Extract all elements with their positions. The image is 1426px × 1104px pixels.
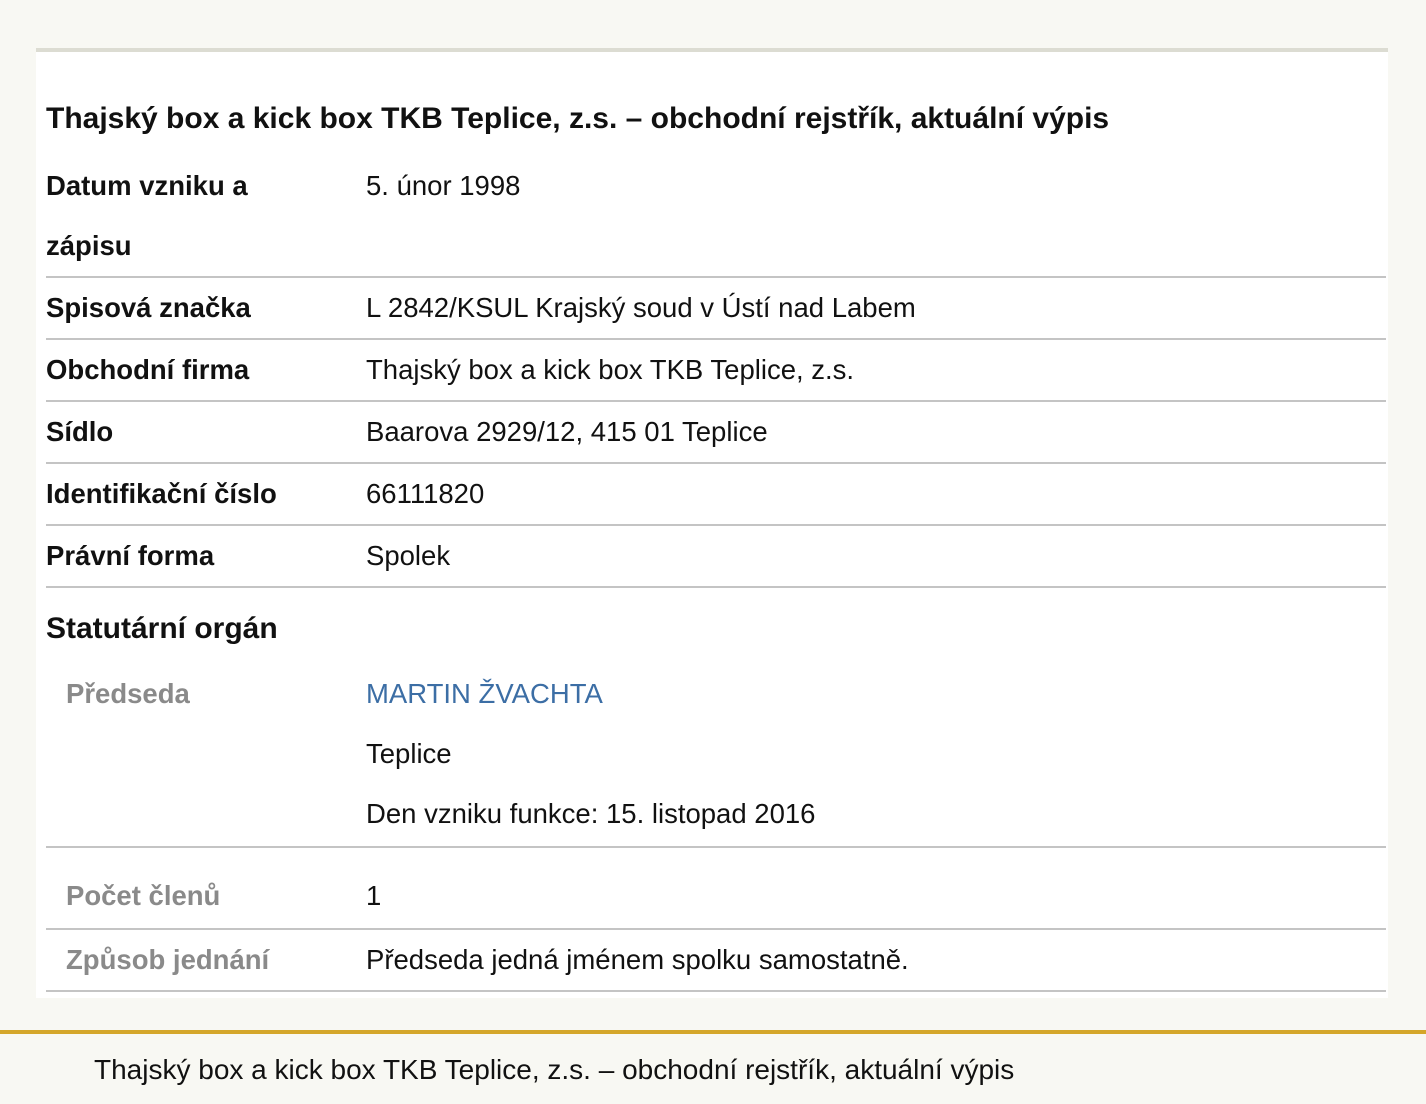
row-value: Thajský box a kick box TKB Teplice, z.s. [366,354,855,385]
row-value: 66111820 [366,478,485,509]
page-footer: Thajský box a kick box TKB Teplice, z.s.… [0,1030,1426,1104]
row-founding-date: Datum vzniku a zápisu 5. únor 1998 [46,156,1386,278]
row-label: Sídlo [46,416,114,447]
chair-city: Teplice [366,738,452,769]
row-seat: Sídlo Baarova 2929/12, 415 01 Teplice [46,402,1386,464]
row-label: Spisová značka [46,292,251,323]
row-label: Právní forma [46,540,215,571]
row-label: Identifikační číslo [46,478,277,509]
chair-label: Předseda [66,678,190,709]
row-value: 5. únor 1998 [366,170,521,201]
statutory-heading: Statutární orgán [46,612,278,645]
row-member-count: Počet členů 1 [46,848,1386,930]
row-value: Předseda jedná jménem spolku samostatně. [366,944,909,975]
footer-text: Thajský box a kick box TKB Teplice, z.s.… [94,1054,1015,1085]
chair-name-link[interactable]: MARTIN ŽVACHTA [366,664,603,724]
row-id-number: Identifikační číslo 66111820 [46,464,1386,526]
row-file-number: Spisová značka L 2842/KSUL Krajský soud … [46,278,1386,340]
row-label: Obchodní firma [46,354,250,385]
row-label-line1: Datum vzniku a [46,170,248,201]
page-title: Thajský box a kick box TKB Teplice, z.s.… [46,102,1110,135]
row-label: Způsob jednání [66,944,270,975]
chair-since: Den vzniku funkce: 15. listopad 2016 [366,798,816,829]
row-chair: Předseda MARTIN ŽVACHTA Teplice Den vzni… [46,664,1386,848]
row-value: Baarova 2929/12, 415 01 Teplice [366,416,768,447]
row-conduct: Způsob jednání Předseda jedná jménem spo… [46,930,1386,992]
row-label-line2: zápisu [46,230,132,261]
registry-card: Thajský box a kick box TKB Teplice, z.s.… [36,48,1388,998]
row-value: L 2842/KSUL Krajský soud v Ústí nad Labe… [366,292,916,323]
row-value: 1 [366,880,382,911]
row-label: Datum vzniku a zápisu [46,156,248,276]
row-legal-form: Právní forma Spolek [46,526,1386,588]
row-business-name: Obchodní firma Thajský box a kick box TK… [46,340,1386,402]
row-label: Počet členů [66,880,221,911]
chair-name[interactable]: MARTIN ŽVACHTA [366,678,603,709]
row-value: Spolek [366,540,451,571]
